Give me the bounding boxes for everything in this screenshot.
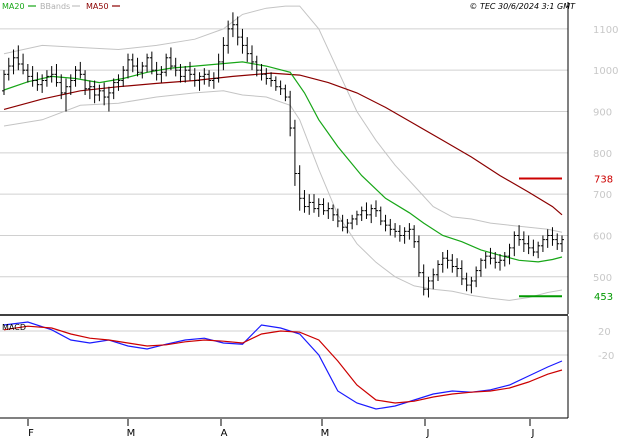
macd-title: MACD [2,323,26,332]
legend-label-ma20: MA20 [2,2,25,11]
price-tick-label: 600 [593,231,612,242]
price-tick-label: 1000 [593,66,618,77]
x-tick-label: M [321,428,330,439]
stock-chart: 738 453 F M A M J J 500 600 700 800 900 1000 1100 20 -… [0,0,627,440]
x-tick-label: J [426,428,430,439]
legend: MA20 BBands MA50 [2,2,120,11]
price-tick-label: 500 [593,273,612,284]
legend-label-bbands: BBands [40,2,70,11]
macd-tick-label: -20 [598,351,614,362]
x-tick-label: F [28,428,34,439]
price-tick-label: 800 [593,149,612,160]
price-tick-label: 900 [593,108,612,119]
x-tick-label: A [221,428,228,439]
legend-label-ma50: MA50 [86,2,109,11]
level-label: 738 [594,174,613,185]
level-label: 453 [594,292,613,303]
price-tick-label: 1100 [593,25,618,36]
x-tick-label: J [531,428,535,439]
x-tick-label: M [127,428,136,439]
price-tick-label: 700 [593,190,612,201]
macd-tick-label: 20 [598,327,611,338]
copyright-stamp: © TEC 30/6/2024 3:1 GMT [469,2,576,11]
